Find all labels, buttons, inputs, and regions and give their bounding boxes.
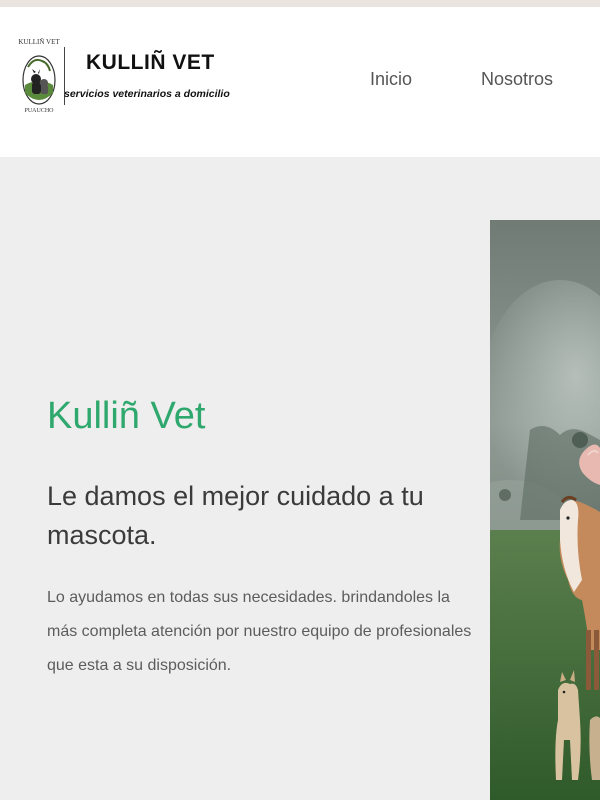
- nav-link-nosotros[interactable]: Nosotros: [481, 69, 553, 90]
- brand-name: KULLIÑ VET: [86, 51, 215, 74]
- site-logo[interactable]: KULLIÑ VET PUAUCHO KULLIÑ VET servicios …: [14, 35, 229, 123]
- pets-emblem-icon: [22, 55, 56, 105]
- emblem-top-text: KULLIÑ VET: [18, 38, 60, 46]
- logo-emblem: KULLIÑ VET PUAUCHO: [14, 35, 64, 123]
- horses-dogs-illustration: [490, 220, 600, 800]
- hero-section: Kulliñ Vet Le damos el mejor cuidado a t…: [0, 157, 600, 800]
- hero-title: Kulliñ Vet: [47, 395, 206, 437]
- emblem-bottom-text: PUAUCHO: [24, 108, 54, 114]
- hero-image-animals: [490, 220, 600, 800]
- brand-tagline: servicios veterinarios a domicilio: [64, 88, 230, 100]
- hero-subtitle: Le damos el mejor cuidado a tu mascota.: [47, 481, 424, 550]
- nav-link-inicio[interactable]: Inicio: [370, 69, 412, 90]
- site-header: KULLIÑ VET PUAUCHO KULLIÑ VET servicios …: [0, 7, 600, 157]
- hero-description: Lo ayudamos en todas sus necesidades. br…: [47, 589, 472, 674]
